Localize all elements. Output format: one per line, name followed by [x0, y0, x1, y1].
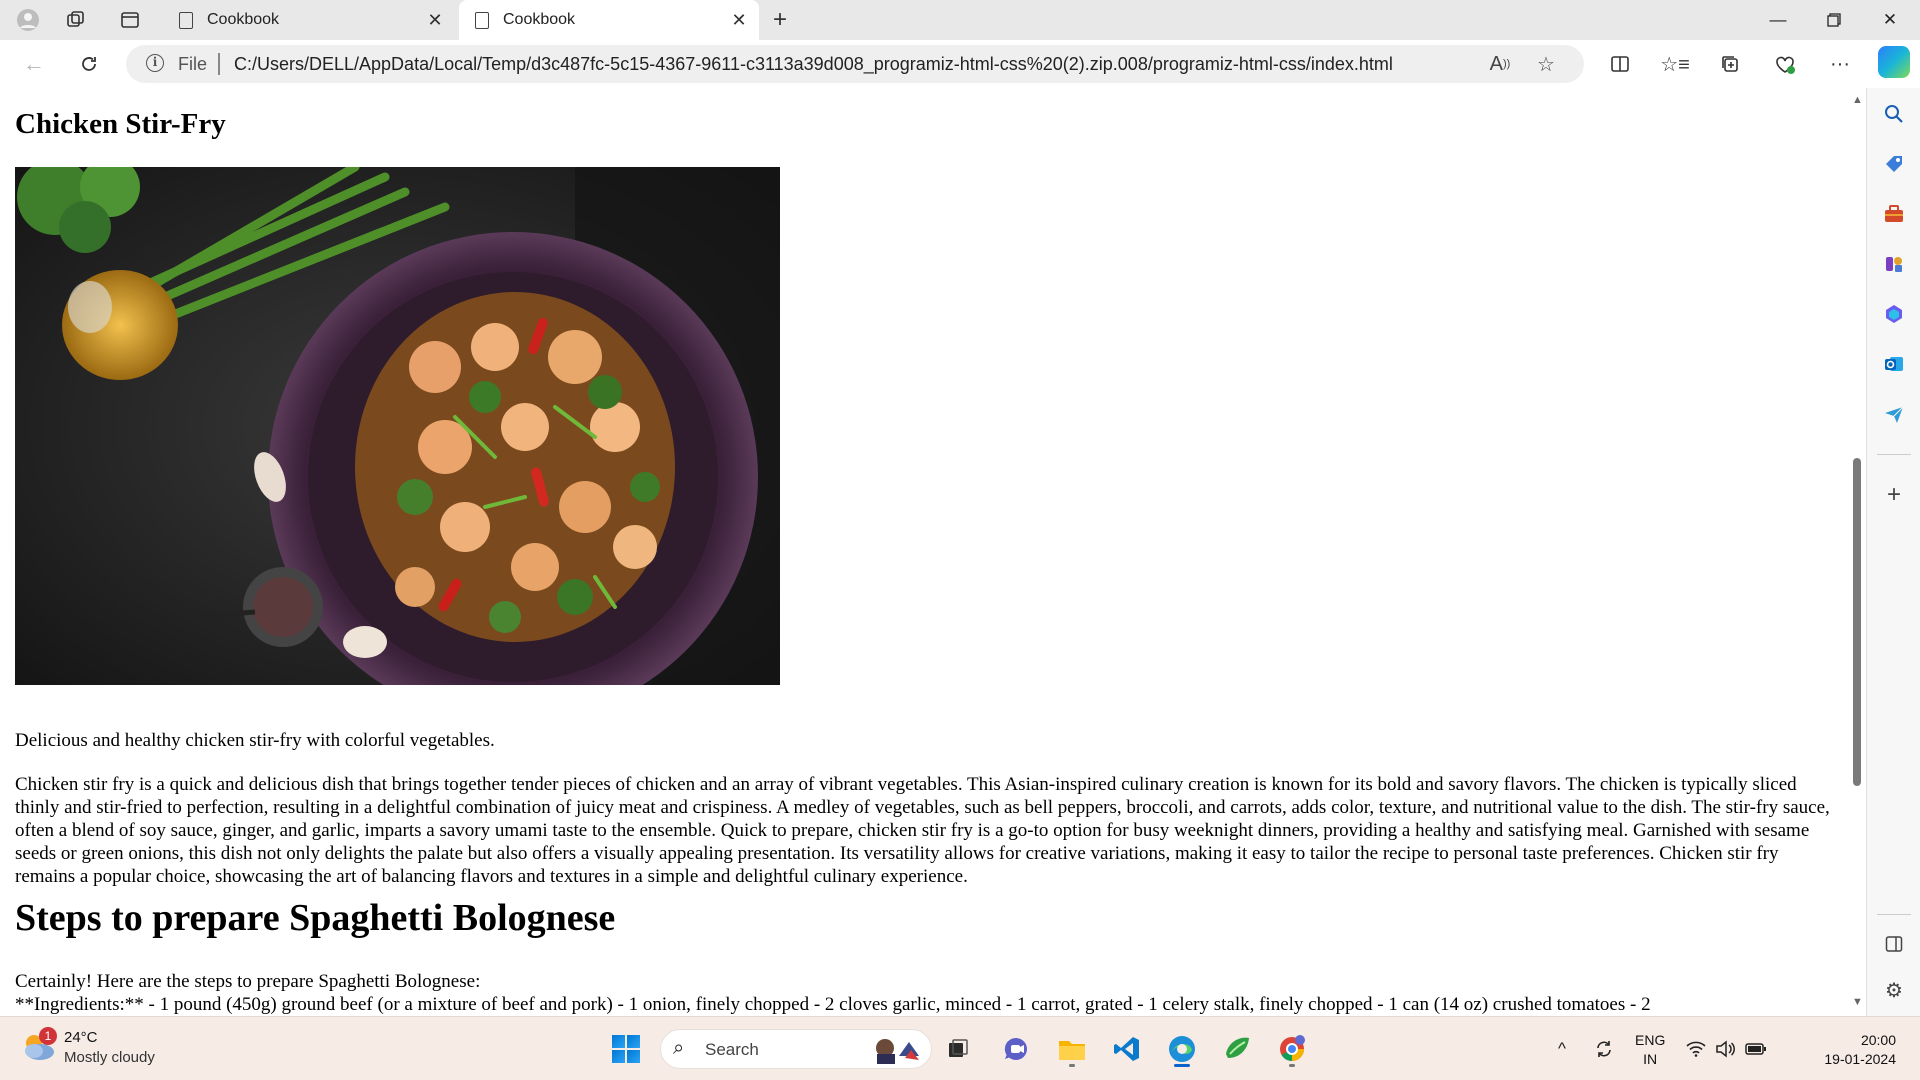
weather-description: Mostly cloudy [64, 1049, 155, 1066]
tab-cookbook-2[interactable]: Cookbook ✕ [459, 0, 759, 40]
system-clock[interactable]: 20:00 19-01-2024 [1786, 1031, 1896, 1069]
language-code: ENG [1635, 1032, 1666, 1048]
page-viewport: Chicken Stir-Fry Delicious and healthy c… [0, 88, 1848, 1016]
star-icon[interactable]: ☆ [1534, 52, 1558, 76]
read-aloud-icon[interactable]: A)) [1488, 52, 1512, 76]
page-scrollbar[interactable]: ▲ ▼ [1848, 88, 1866, 1016]
start-button[interactable] [606, 1029, 646, 1069]
vertical-tabs-icon[interactable] [116, 6, 144, 34]
minimize-button[interactable]: — [1750, 0, 1806, 40]
weather-temperature: 24°C [64, 1029, 98, 1046]
close-tab-icon[interactable]: ✕ [725, 6, 753, 34]
scroll-down-arrow-icon[interactable]: ▼ [1852, 996, 1863, 1008]
close-tab-icon[interactable]: ✕ [421, 6, 449, 34]
green-app-icon[interactable] [1217, 1029, 1257, 1069]
vscode-icon[interactable] [1107, 1029, 1147, 1069]
restore-button[interactable] [1806, 0, 1862, 40]
close-window-button[interactable]: ✕ [1862, 0, 1918, 40]
weather-badge: 1 [39, 1027, 57, 1045]
profile-icon[interactable] [14, 6, 42, 34]
sidebar-divider [1877, 914, 1911, 915]
search-label: Search [705, 1040, 759, 1059]
search-highlight-icon [876, 1039, 919, 1064]
wifi-icon[interactable] [1684, 1037, 1708, 1061]
edge-browser-icon[interactable] [1162, 1029, 1202, 1069]
steps-intro: Certainly! Here are the steps to prepare… [15, 970, 1651, 1016]
sidebar-divider [1877, 454, 1911, 455]
favorites-icon[interactable]: ☆≡ [1660, 50, 1690, 78]
tab-label: Cookbook [207, 11, 280, 28]
scroll-up-arrow-icon[interactable]: ▲ [1852, 94, 1863, 106]
page-icon [179, 11, 193, 29]
search-icon[interactable] [1880, 100, 1908, 128]
url-text[interactable]: C:/Users/DELL/AppData/Local/Temp/d3c487f… [234, 54, 1393, 75]
sync-icon[interactable] [1592, 1037, 1616, 1061]
steps-intro-line: Certainly! Here are the steps to prepare… [15, 971, 481, 992]
shopping-icon[interactable] [1880, 150, 1908, 178]
volume-icon[interactable] [1713, 1037, 1737, 1061]
recipe-image [15, 167, 780, 685]
language-indicator[interactable]: ENG IN [1635, 1031, 1665, 1069]
task-view-icon[interactable] [938, 1029, 978, 1069]
tab-cookbook-1[interactable]: Cookbook ✕ [163, 0, 455, 40]
taskbar: 1 24°C Mostly cloudy ⌕ Search ^ ENG IN 2… [0, 1016, 1920, 1080]
running-indicator [1069, 1064, 1075, 1067]
navigation-bar: ← i File C:/Users/DELL/AppData/Local/Tem… [0, 40, 1920, 88]
tools-icon[interactable] [1880, 200, 1908, 228]
running-indicator [1289, 1064, 1295, 1067]
chrome-icon[interactable] [1272, 1029, 1312, 1069]
file-explorer-icon[interactable] [1052, 1029, 1092, 1069]
collections-icon[interactable] [1716, 50, 1744, 78]
outlook-icon[interactable] [1880, 350, 1908, 378]
taskbar-search[interactable]: ⌕ Search [660, 1029, 932, 1069]
battery-icon[interactable] [1744, 1037, 1768, 1061]
address-bar[interactable]: i File C:/Users/DELL/AppData/Local/Temp/… [126, 45, 1584, 83]
more-options-icon[interactable]: ··· [1826, 50, 1854, 78]
steps-heading: Steps to prepare Spaghetti Bolognese [15, 897, 616, 939]
region-code: IN [1643, 1051, 1658, 1067]
recipe-description: Chicken stir fry is a quick and deliciou… [15, 774, 1830, 887]
divider [218, 53, 220, 75]
drop-icon[interactable] [1880, 400, 1908, 428]
add-icon[interactable]: + [1880, 481, 1908, 509]
teams-chat-icon[interactable] [996, 1029, 1036, 1069]
clock-date: 19-01-2024 [1824, 1051, 1896, 1067]
ingredients-line: **Ingredients:** - 1 pound (450g) ground… [15, 994, 1651, 1015]
clock-time: 20:00 [1860, 1032, 1896, 1048]
settings-gear-icon[interactable]: ⚙ [1880, 976, 1908, 1004]
split-screen-icon[interactable] [1606, 50, 1634, 78]
new-tab-button[interactable]: + [766, 6, 794, 34]
refresh-icon[interactable] [73, 48, 105, 80]
back-arrow-icon[interactable]: ← [18, 48, 50, 80]
copilot-icon[interactable] [1878, 46, 1910, 78]
edge-sidebar: + ⚙ [1866, 88, 1920, 1016]
active-indicator [1174, 1064, 1190, 1067]
scheme-label: File [178, 54, 208, 74]
recipe-caption: Delicious and healthy chicken stir-fry w… [15, 730, 495, 751]
info-icon[interactable]: i [146, 54, 164, 72]
games-icon[interactable] [1880, 250, 1908, 278]
page-icon [475, 11, 489, 29]
tab-label: Cookbook [503, 11, 576, 28]
windows-icon [612, 1035, 640, 1063]
recipe-title: Chicken Stir-Fry [15, 108, 226, 140]
browser-essentials-icon[interactable] [1771, 50, 1799, 78]
title-bar: Cookbook ✕ Cookbook ✕ + — ✕ [0, 0, 1920, 40]
workspaces-icon[interactable] [62, 6, 90, 34]
chevron-up-icon[interactable]: ^ [1550, 1037, 1574, 1061]
search-icon: ⌕ [673, 1037, 685, 1059]
microsoft-365-icon[interactable] [1880, 300, 1908, 328]
hide-sidebar-icon[interactable] [1880, 930, 1908, 958]
scrollbar-thumb[interactable] [1853, 458, 1861, 786]
